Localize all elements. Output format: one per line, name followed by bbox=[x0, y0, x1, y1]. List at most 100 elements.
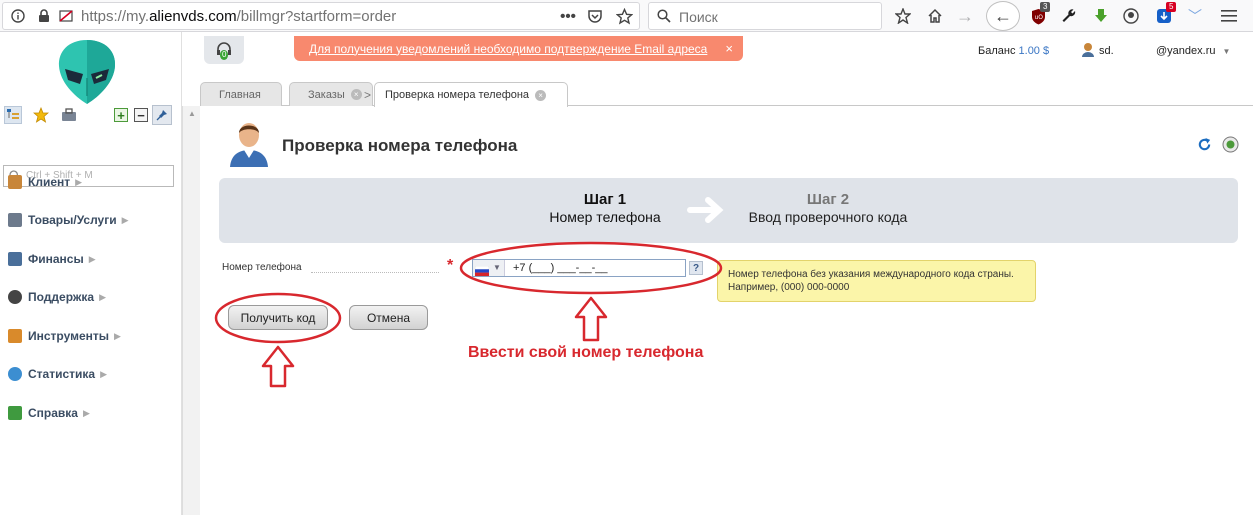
bookmark-star-icon[interactable] bbox=[615, 7, 633, 25]
arrow-right-icon bbox=[686, 192, 726, 228]
phone-hint-tooltip: Номер телефона без указания международно… bbox=[717, 260, 1036, 302]
download-helper-icon[interactable] bbox=[1092, 7, 1110, 25]
close-icon[interactable]: × bbox=[725, 41, 733, 56]
sidebar-scrollbar[interactable]: ▲ bbox=[182, 106, 200, 515]
tab-label: Главная bbox=[219, 88, 261, 101]
home-icon[interactable] bbox=[926, 7, 944, 25]
cancel-button[interactable]: Отмена bbox=[349, 305, 428, 330]
chevron-right-icon: ▶ bbox=[88, 253, 96, 264]
sidebar-item-support[interactable]: Поддержка ▶ bbox=[8, 290, 106, 304]
chevron-right-icon: ▶ bbox=[99, 291, 106, 302]
scroll-up-icon[interactable]: ▲ bbox=[186, 108, 198, 118]
step-name: Ввод проверочного кода bbox=[748, 209, 908, 225]
menu-icon[interactable] bbox=[1220, 7, 1238, 25]
email-confirmation-notice[interactable]: Для получения уведомлений необходимо под… bbox=[294, 36, 743, 61]
close-icon[interactable]: × bbox=[350, 89, 362, 100]
chevron-right-icon: ▶ bbox=[114, 330, 121, 341]
sidebar-item-products[interactable]: Товары/Услуги ▶ bbox=[8, 213, 129, 227]
get-code-button[interactable]: Получить код bbox=[228, 305, 328, 330]
calculator-icon bbox=[8, 252, 22, 266]
tab-bar: Главная Заказы × > Проверка номера телеф… bbox=[200, 82, 1253, 107]
sidebar-item-finance[interactable]: Финансы ▶ bbox=[8, 252, 96, 266]
help-question-icon[interactable]: ? bbox=[689, 261, 703, 275]
svg-text:uO: uO bbox=[1034, 14, 1043, 21]
balance-value[interactable]: 1.00 $ bbox=[1019, 45, 1050, 57]
expand-all-icon[interactable]: + bbox=[114, 108, 128, 123]
sidebar-item-client[interactable]: Клиент ▶ bbox=[8, 175, 82, 189]
sidebar-item-label: Товары/Услуги bbox=[28, 213, 117, 227]
tab-phone-verification[interactable]: Проверка номера телефона × bbox=[374, 82, 568, 107]
user-icon bbox=[1080, 42, 1096, 58]
browser-search-placeholder: Поиск bbox=[679, 9, 718, 25]
annotation-arrow-phone bbox=[574, 296, 608, 342]
favorites-star-icon[interactable] bbox=[32, 106, 50, 124]
label-leader-line bbox=[311, 272, 439, 273]
library-icon[interactable] bbox=[894, 7, 912, 25]
headset-icon bbox=[8, 290, 22, 304]
sidebar-item-label: Статистика bbox=[28, 367, 96, 381]
country-select[interactable]: ▼ bbox=[473, 260, 505, 276]
pie-chart-icon bbox=[8, 367, 22, 381]
chevron-right-icon: ▶ bbox=[100, 368, 107, 379]
user-icon bbox=[8, 175, 22, 189]
sidebar-item-label: Финансы bbox=[28, 252, 84, 266]
user-name[interactable]: sd. bbox=[1099, 45, 1114, 57]
address-bar[interactable]: https://my.alienvds.com/billmgr?startfor… bbox=[2, 2, 640, 30]
tab-label: Заказы bbox=[308, 88, 345, 101]
permissions-icon[interactable] bbox=[59, 9, 73, 23]
user-email[interactable]: @yandex.ru ▼ bbox=[1156, 45, 1230, 57]
tab-label: Проверка номера телефона bbox=[385, 89, 530, 101]
annotation-text: Ввести свой номер телефона bbox=[468, 344, 704, 361]
account-circle-icon[interactable] bbox=[1122, 7, 1140, 25]
chevron-down-icon: ▼ bbox=[493, 263, 501, 272]
sidebar-item-tools[interactable]: Инструменты ▶ bbox=[8, 329, 121, 343]
cart-icon bbox=[8, 213, 22, 227]
pocket-icon[interactable] bbox=[587, 8, 603, 24]
chevron-right-icon: ▶ bbox=[121, 214, 129, 225]
step-name: Номер телефона bbox=[549, 209, 661, 225]
search-icon bbox=[657, 9, 671, 23]
pin-icon[interactable] bbox=[152, 105, 172, 125]
ublock-badge: 3 bbox=[1040, 2, 1051, 12]
tab-orders[interactable]: Заказы × bbox=[289, 82, 373, 106]
wrench-icon[interactable] bbox=[1060, 7, 1078, 25]
step-number: Шаг 1 bbox=[583, 191, 627, 208]
chevron-right-icon: > bbox=[364, 88, 372, 102]
notice-text[interactable]: Для получения уведомлений необходимо под… bbox=[309, 42, 707, 56]
back-icon[interactable]: ← bbox=[986, 1, 1020, 31]
sidebar-item-label: Инструменты bbox=[28, 329, 110, 343]
info-icon[interactable] bbox=[11, 9, 25, 23]
lock-icon[interactable] bbox=[37, 9, 51, 23]
steps-bar: Шаг 1 Номер телефона Шаг 2 Ввод провероч… bbox=[219, 178, 1238, 243]
tree-view-icon[interactable] bbox=[4, 106, 22, 124]
forward-icon[interactable]: → bbox=[956, 6, 974, 26]
support-icon[interactable] bbox=[1221, 135, 1239, 153]
russia-flag-icon bbox=[474, 263, 490, 276]
page-actions-icon[interactable]: ••• bbox=[559, 8, 577, 25]
tab-home[interactable]: Главная bbox=[200, 82, 282, 106]
sidebar: + − Ctrl + Shift + M Клиент ▶ Товары/Услу… bbox=[0, 32, 182, 515]
browser-toolbar: https://my.alienvds.com/billmgr?startfor… bbox=[0, 0, 1253, 32]
phone-label: Номер телефона bbox=[222, 262, 302, 273]
phone-input[interactable]: ▼ +7 (___) ___-__-__ bbox=[472, 259, 686, 277]
step-2: Шаг 2 Ввод проверочного кода bbox=[739, 191, 917, 225]
chevron-down-icon[interactable]: ﹀ bbox=[1186, 7, 1204, 25]
downloads-badge: 5 bbox=[1166, 2, 1177, 12]
browser-search[interactable]: Поиск bbox=[648, 2, 882, 30]
briefcase-icon[interactable] bbox=[60, 106, 78, 124]
alien-logo[interactable] bbox=[56, 38, 118, 106]
url-text: https://my.alienvds.com/billmgr?startfor… bbox=[81, 8, 397, 25]
sidebar-item-help[interactable]: Справка ▶ bbox=[8, 406, 90, 420]
phone-value: +7 (___) ___-__-__ bbox=[513, 262, 608, 274]
sidebar-item-label: Клиент bbox=[28, 175, 71, 189]
sidebar-item-statistics[interactable]: Статистика ▶ bbox=[8, 367, 107, 381]
collapse-all-icon[interactable]: − bbox=[134, 108, 148, 123]
chevron-right-icon: ▶ bbox=[82, 407, 90, 418]
balance-label: Баланс bbox=[978, 45, 1016, 57]
sidebar-item-label: Поддержка bbox=[28, 290, 95, 304]
chevron-down-icon: ▼ bbox=[1222, 47, 1231, 56]
page-title: Проверка номера телефона bbox=[282, 136, 518, 155]
close-icon[interactable]: × bbox=[535, 89, 547, 101]
sidebar-item-label: Справка bbox=[28, 406, 78, 420]
refresh-icon[interactable] bbox=[1196, 136, 1212, 152]
